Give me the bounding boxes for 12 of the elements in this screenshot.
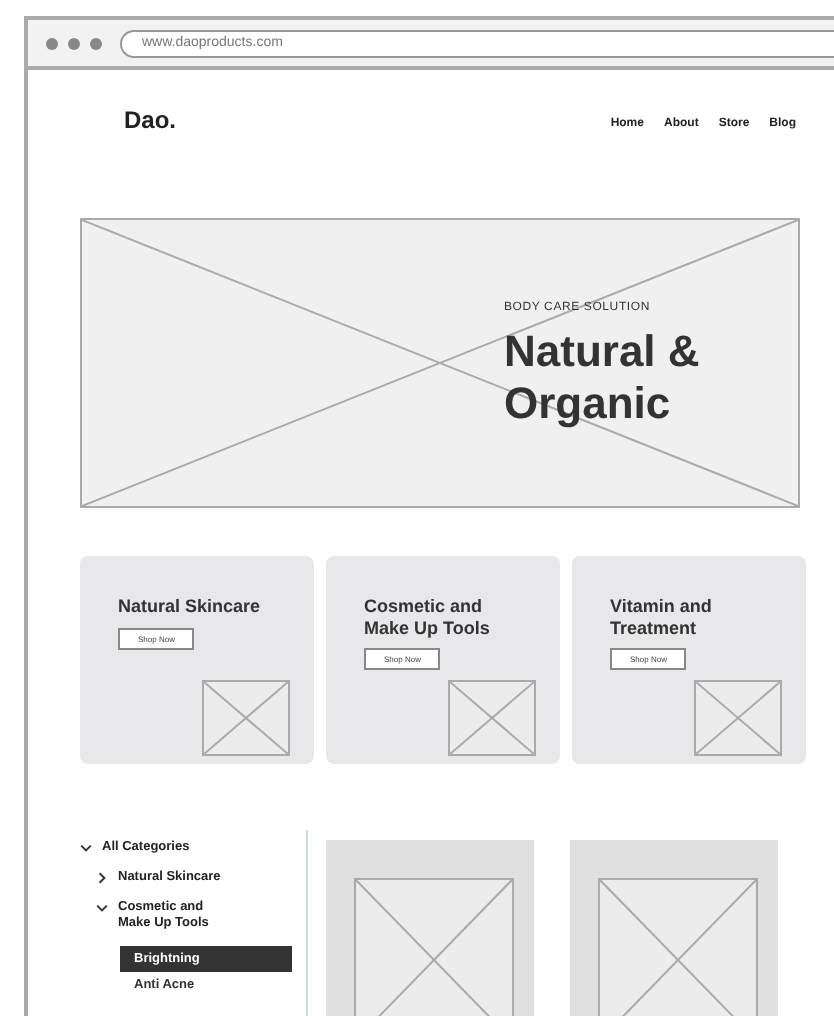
image-placeholder [202, 680, 290, 756]
image-placeholder [694, 680, 782, 756]
site-logo[interactable]: Dao. [124, 106, 611, 134]
card-title: Natural Skincare [118, 596, 263, 617]
window-controls-icon[interactable] [44, 35, 104, 51]
card-title: Cosmetic and Make Up Tools [364, 596, 492, 638]
card-title: Vitamin and Treatment [610, 596, 714, 638]
chevron-right-icon[interactable] [96, 872, 108, 884]
chevron-down-icon[interactable] [96, 902, 108, 914]
hero-heading: Natural & Organic [504, 326, 702, 430]
chevron-down-icon[interactable] [80, 842, 92, 854]
image-placeholder [448, 680, 536, 756]
